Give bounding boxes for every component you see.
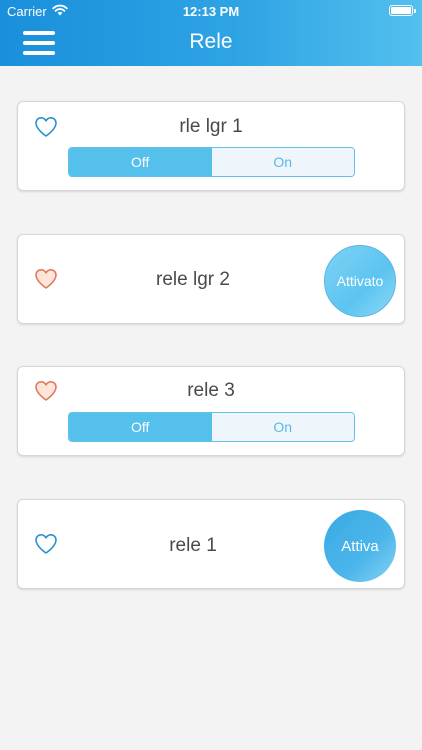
toggle-on-button[interactable]: On [211,148,354,176]
activate-button[interactable]: Attiva [324,510,396,582]
toggle-on-button[interactable]: On [211,413,354,441]
relay-name: rele 1 [169,535,217,556]
activated-button[interactable]: Attivato [324,245,396,317]
app-header: Carrier 12:13 PM Rele [0,0,422,66]
relay-name: rele lgr 2 [156,269,230,290]
relay-name: rle lgr 1 [179,116,243,137]
relay-name: rele 3 [187,380,235,401]
status-bar: Carrier 12:13 PM [0,0,422,22]
toggle-off-button[interactable]: Off [69,413,212,441]
relay-card: rle lgr 1 Off On [17,101,405,191]
status-time: 12:13 PM [182,4,240,19]
relay-toggle: Off On [68,147,355,177]
page-title: Rele [189,30,233,53]
relay-card: rele 3 Off On [17,366,405,456]
relay-card: rele lgr 2 Attivato [17,234,405,324]
battery-icon [389,5,416,16]
relay-card: rele 1 Attiva [17,499,405,589]
relay-toggle: Off On [68,412,355,442]
toggle-off-button[interactable]: Off [69,148,212,176]
